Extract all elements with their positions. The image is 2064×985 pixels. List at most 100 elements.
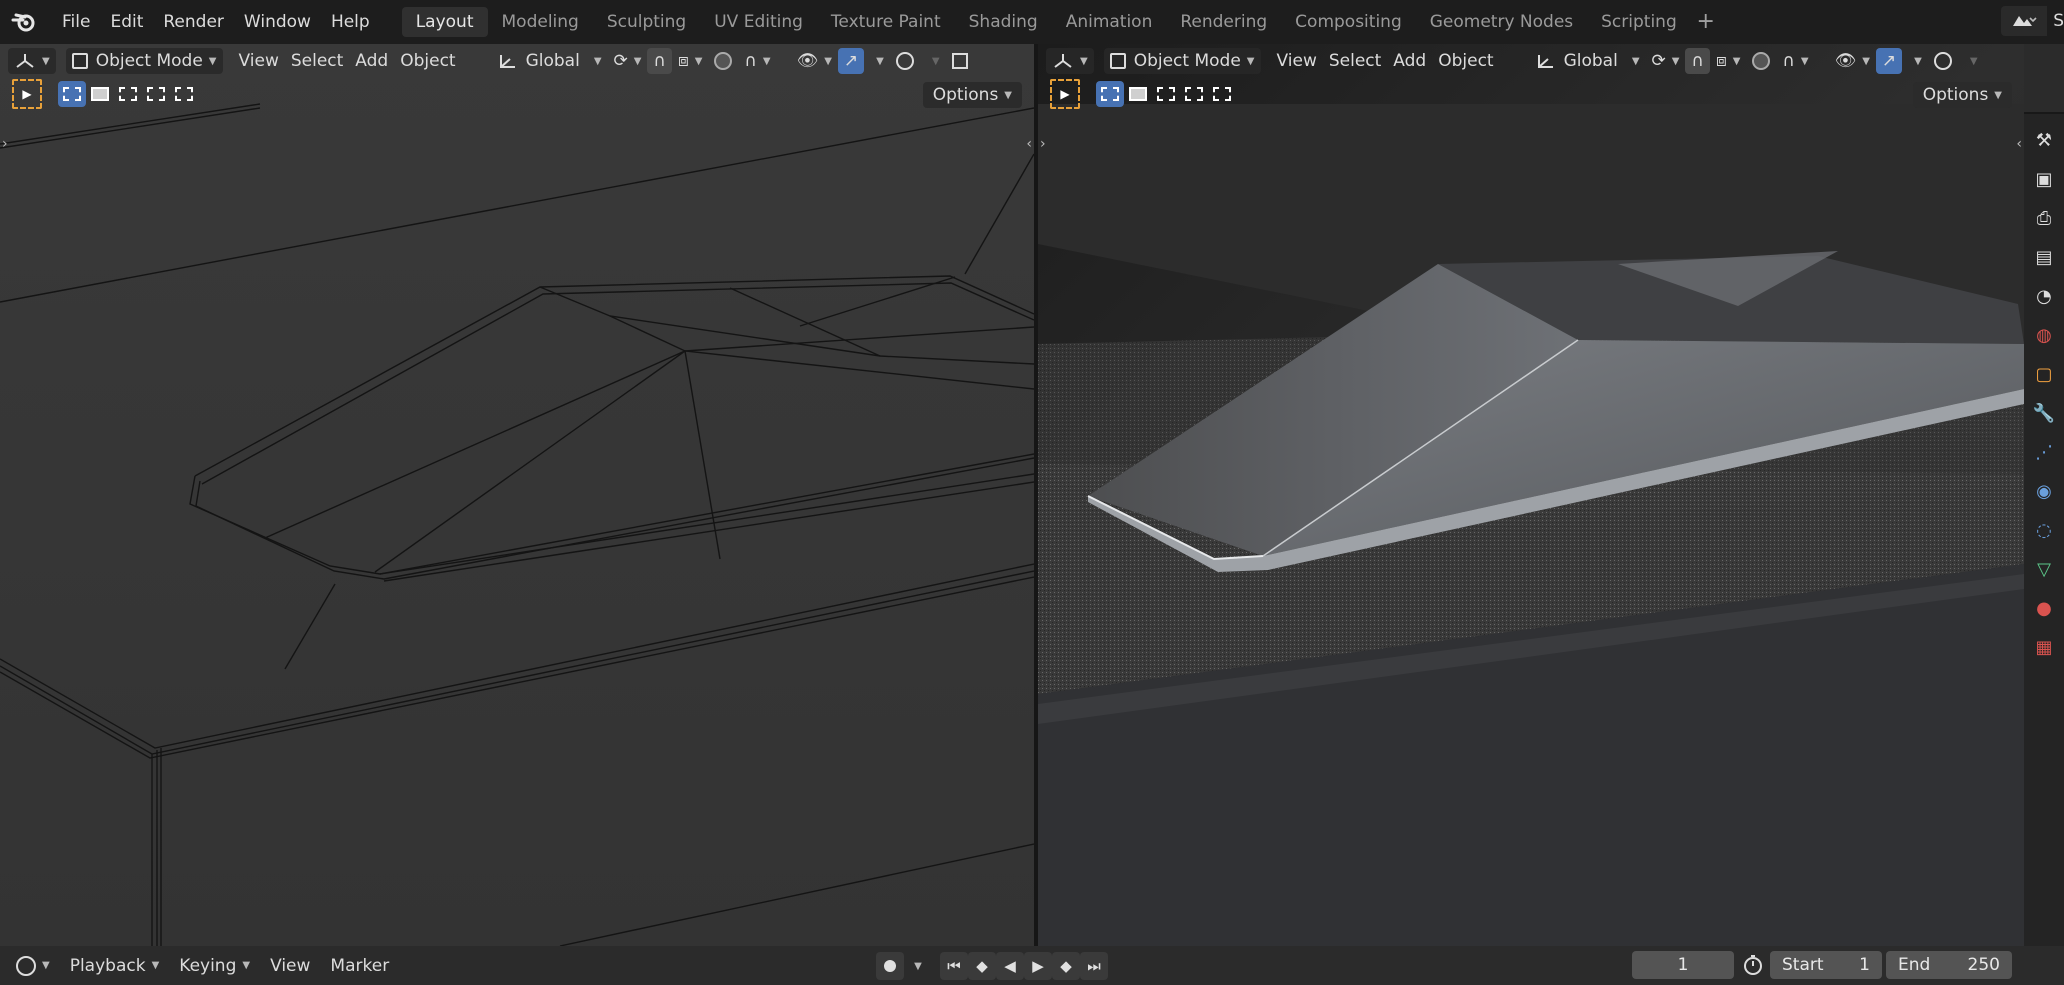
blender-logo-icon[interactable] <box>10 8 38 36</box>
visibility-dropdown[interactable]: 👁 ▼ <box>1829 48 1876 74</box>
overlay-toggle[interactable] <box>1928 48 1958 74</box>
gizmo-toggle[interactable]: ↗ <box>1875 48 1903 74</box>
select-tool-icon[interactable]: ▶ <box>12 79 42 109</box>
particles-icon[interactable]: ⋰ <box>2031 439 2057 465</box>
physics-icon[interactable]: ◉ <box>2031 478 2057 504</box>
menu-object[interactable]: Object <box>1432 48 1499 74</box>
data-icon[interactable]: ▽ <box>2031 556 2057 582</box>
select-intersect-icon[interactable] <box>170 81 198 107</box>
proportional-edit-toggle[interactable] <box>1746 48 1776 74</box>
auto-keying-dropdown[interactable]: ▼ <box>904 952 932 980</box>
view-layer-icon[interactable]: ▤ <box>2031 244 2057 270</box>
menu-select[interactable]: Select <box>1323 48 1387 74</box>
menu-select[interactable]: Select <box>285 48 349 74</box>
falloff-dropdown[interactable]: ∩ ▼ <box>1776 48 1814 74</box>
play-reverse-button[interactable]: ◀ <box>996 952 1024 980</box>
viewport-right-rendered[interactable]: ▼ Object Mode ▼ View Select Add Object Gl… <box>1038 44 2024 946</box>
tab-texture-paint[interactable]: Texture Paint <box>817 7 955 37</box>
sidebar-expand-icon[interactable]: ‹ <box>2016 136 2022 152</box>
object-icon[interactable]: ▢ <box>2031 361 2057 387</box>
snap-toggle[interactable]: ∩ <box>647 48 672 74</box>
timeline-editor-type[interactable]: ▼ <box>6 951 60 981</box>
select-invert-icon[interactable] <box>1180 81 1208 107</box>
tab-geometry-nodes[interactable]: Geometry Nodes <box>1416 7 1587 37</box>
current-frame-field[interactable]: 1 <box>1632 951 1734 979</box>
play-button[interactable]: ▶ <box>1024 952 1052 980</box>
xray-toggle[interactable] <box>946 48 974 74</box>
start-frame-field[interactable]: Start 1 <box>1770 951 1882 979</box>
editor-type-button[interactable]: ▼ <box>8 48 56 74</box>
next-keyframe-button[interactable]: ◆ <box>1052 952 1080 980</box>
select-extend-icon[interactable] <box>1124 81 1152 107</box>
tab-shading[interactable]: Shading <box>955 7 1052 37</box>
options-dropdown[interactable]: Options ▼ <box>922 82 1022 108</box>
proportional-edit-toggle[interactable] <box>708 48 738 74</box>
pivot-point-dropdown[interactable]: ⟳ ▼ <box>608 48 648 74</box>
timeline-view-menu[interactable]: View <box>260 951 320 981</box>
auto-keying-toggle[interactable] <box>876 952 904 980</box>
timeline-marker-menu[interactable]: Marker <box>320 951 399 981</box>
stopwatch-icon[interactable] <box>1742 954 1764 976</box>
menu-add[interactable]: Add <box>1387 48 1432 74</box>
select-extend-icon[interactable] <box>86 81 114 107</box>
snap-toggle[interactable]: ∩ <box>1685 48 1710 74</box>
gizmo-dropdown[interactable]: ▼ <box>864 48 890 74</box>
gizmo-dropdown[interactable]: ▼ <box>1902 48 1928 74</box>
sidebar-expand-icon[interactable]: ‹ <box>1026 136 1032 152</box>
select-new-icon[interactable] <box>1096 81 1124 107</box>
material-icon[interactable]: ● <box>2031 595 2057 621</box>
scene-selector[interactable]: S <box>2001 6 2064 36</box>
output-icon[interactable]: ⎙ <box>2031 205 2057 231</box>
falloff-dropdown[interactable]: ∩ ▼ <box>738 48 776 74</box>
scene-name[interactable]: S <box>2053 11 2064 31</box>
mode-selector[interactable]: Object Mode ▼ <box>1103 48 1261 74</box>
tool-icon[interactable]: ⚒ <box>2031 127 2057 153</box>
transform-orientation-dropdown[interactable]: Global ▼ <box>492 48 608 74</box>
select-invert-icon[interactable] <box>142 81 170 107</box>
tab-rendering[interactable]: Rendering <box>1166 7 1281 37</box>
jump-end-button[interactable]: ⏭ <box>1080 952 1108 980</box>
snap-target-dropdown[interactable]: ⧈ ▼ <box>672 48 709 74</box>
menu-view[interactable]: View <box>233 48 285 74</box>
playback-menu[interactable]: Playback ▼ <box>60 951 170 981</box>
toolbar-expand-icon[interactable]: › <box>1040 136 1046 152</box>
menu-render[interactable]: Render <box>153 7 234 37</box>
overlay-dropdown[interactable]: ▼ <box>920 48 946 74</box>
menu-window[interactable]: Window <box>234 7 321 37</box>
select-tool-icon[interactable]: ▶ <box>1050 79 1080 109</box>
viewport-left-wireframe[interactable]: ▼ Object Mode ▼ View Select Add Object Gl… <box>0 44 1034 946</box>
world-icon[interactable]: ◍ <box>2031 322 2057 348</box>
end-frame-field[interactable]: End 250 <box>1886 951 2012 979</box>
select-intersect-icon[interactable] <box>1208 81 1236 107</box>
texture-icon[interactable]: ▦ <box>2031 634 2057 660</box>
pivot-point-dropdown[interactable]: ⟳ ▼ <box>1646 48 1686 74</box>
toolbar-expand-icon[interactable]: › <box>2 136 8 152</box>
overlay-toggle[interactable] <box>890 48 920 74</box>
snap-target-dropdown[interactable]: ⧈ ▼ <box>1710 48 1747 74</box>
options-dropdown[interactable]: Options ▼ <box>1912 82 2012 108</box>
menu-file[interactable]: File <box>52 7 100 37</box>
jump-start-button[interactable]: ⏮ <box>940 952 968 980</box>
select-new-icon[interactable] <box>58 81 86 107</box>
mode-selector[interactable]: Object Mode ▼ <box>65 48 223 74</box>
scene-icon[interactable]: ◔ <box>2031 283 2057 309</box>
prev-keyframe-button[interactable]: ◆ <box>968 952 996 980</box>
visibility-dropdown[interactable]: 👁 ▼ <box>791 48 838 74</box>
keying-menu[interactable]: Keying ▼ <box>169 951 260 981</box>
tab-uv-editing[interactable]: UV Editing <box>700 7 817 37</box>
menu-view[interactable]: View <box>1271 48 1323 74</box>
tab-scripting[interactable]: Scripting <box>1587 7 1691 37</box>
render-icon[interactable]: ▣ <box>2031 166 2057 192</box>
menu-edit[interactable]: Edit <box>100 7 153 37</box>
menu-object[interactable]: Object <box>394 48 461 74</box>
menu-help[interactable]: Help <box>321 7 380 37</box>
constraints-icon[interactable]: ◌ <box>2031 517 2057 543</box>
tab-animation[interactable]: Animation <box>1052 7 1167 37</box>
editor-type-button[interactable]: ▼ <box>1046 48 1094 74</box>
add-workspace-button[interactable]: + <box>1693 7 1719 37</box>
transform-orientation-dropdown[interactable]: Global ▼ <box>1530 48 1646 74</box>
scene-icon[interactable] <box>2001 6 2048 36</box>
select-subtract-icon[interactable] <box>114 81 142 107</box>
tab-layout[interactable]: Layout <box>401 7 488 37</box>
tab-modeling[interactable]: Modeling <box>488 7 593 37</box>
